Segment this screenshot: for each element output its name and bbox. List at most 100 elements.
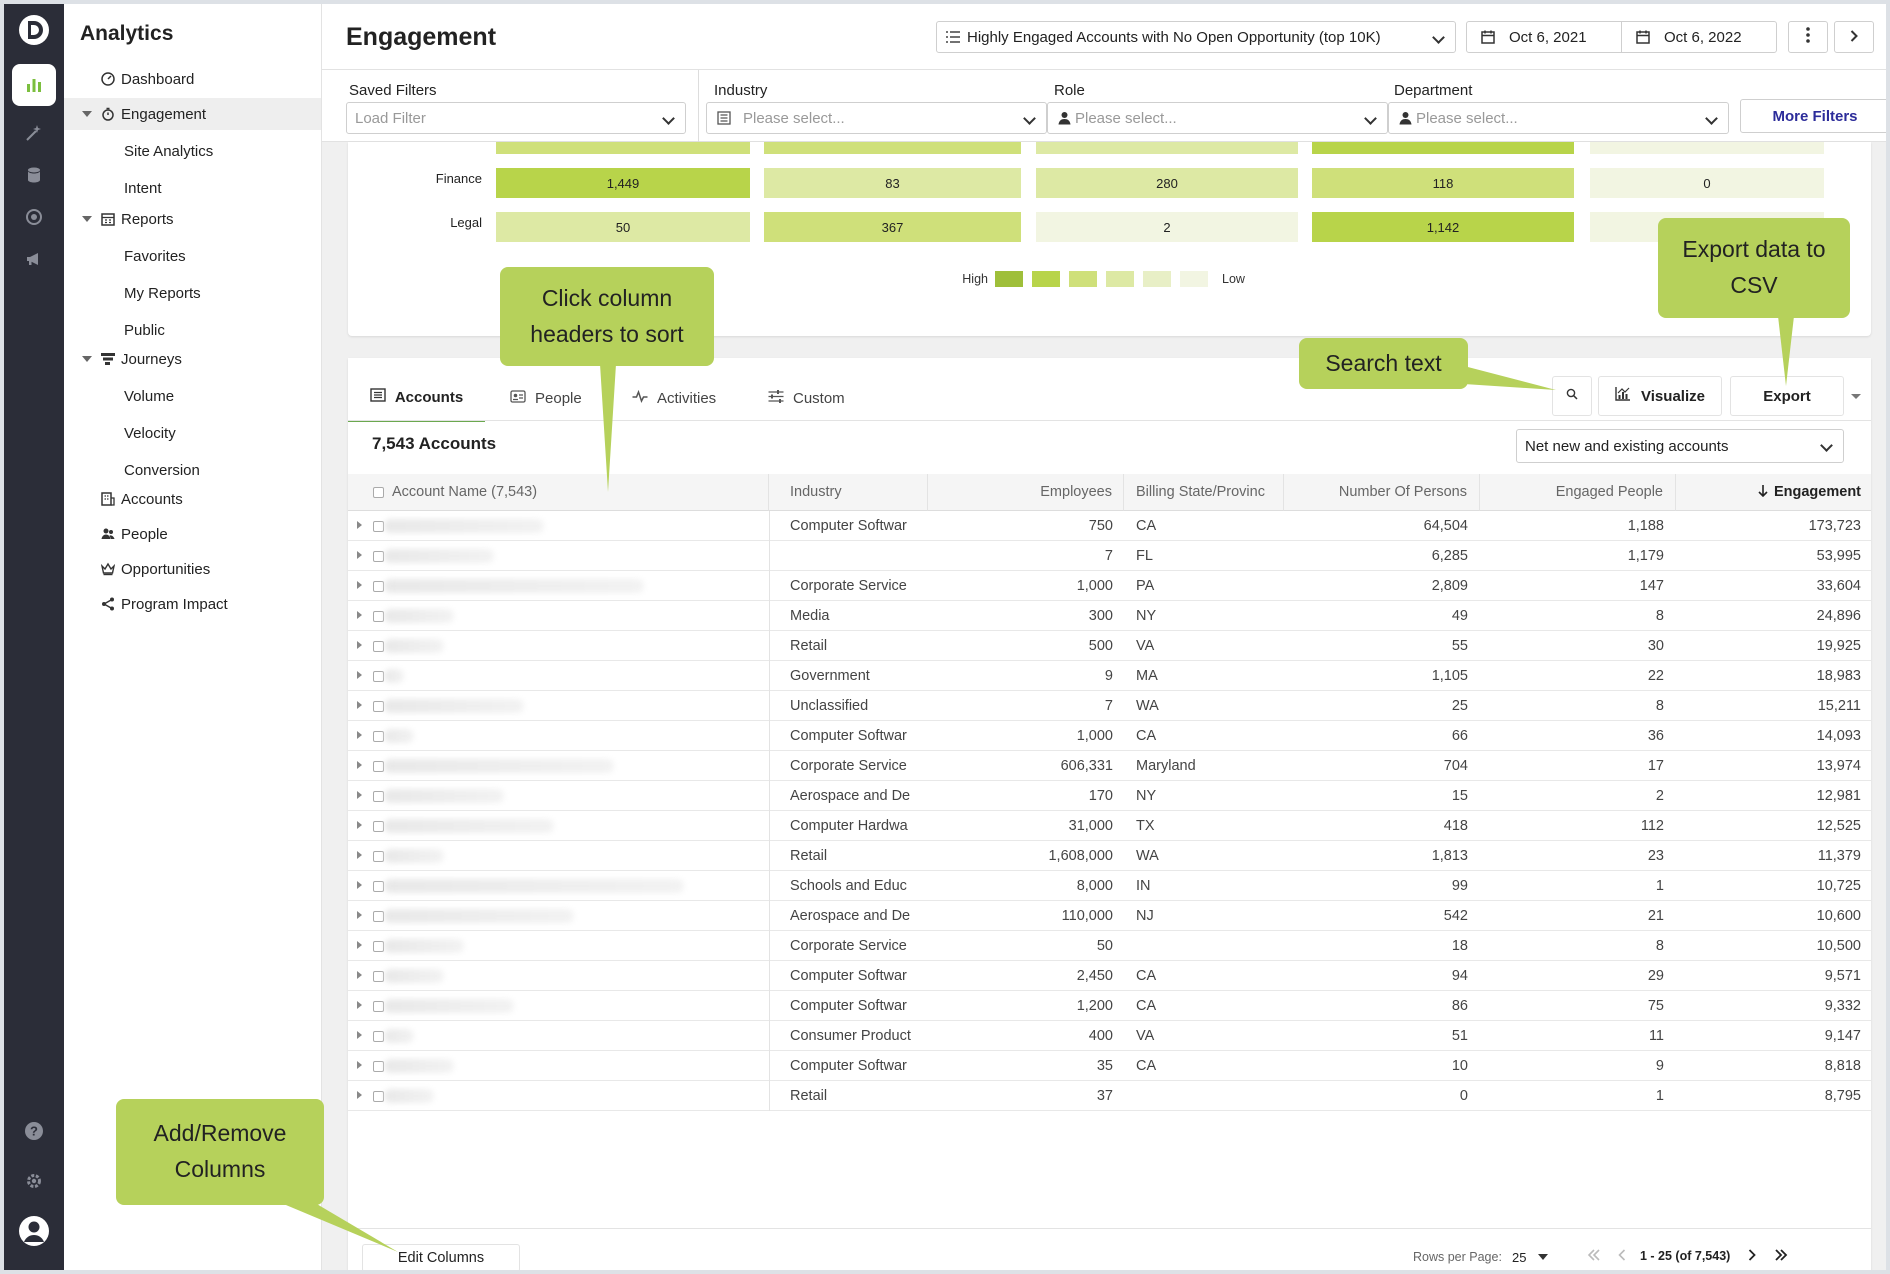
sidebar-item-volume[interactable]: Volume bbox=[64, 380, 321, 412]
heatmap-cell[interactable]: 280 bbox=[1036, 168, 1298, 198]
row-expand-icon[interactable] bbox=[357, 551, 362, 559]
row-expand-icon[interactable] bbox=[357, 911, 362, 919]
table-row[interactable]: Retail 1,608,000 WA 1,813 23 11,379 bbox=[348, 841, 1871, 871]
table-row[interactable]: Unclassified 7 WA 25 8 15,211 bbox=[348, 691, 1871, 721]
more-options-button[interactable] bbox=[1788, 21, 1828, 53]
column-header-number-of-persons[interactable]: Number Of Persons bbox=[1284, 474, 1480, 511]
help-icon[interactable]: ? bbox=[12, 1110, 56, 1152]
sidebar-item-favorites[interactable]: Favorites bbox=[64, 240, 321, 272]
table-row[interactable]: Government 9 MA 1,105 22 18,983 bbox=[348, 661, 1871, 691]
row-checkbox[interactable] bbox=[373, 1061, 384, 1072]
row-checkbox[interactable] bbox=[373, 791, 384, 802]
department-select[interactable]: Please select... bbox=[1388, 102, 1729, 134]
next-page-button[interactable] bbox=[1742, 1246, 1762, 1268]
magic-wand-icon[interactable] bbox=[12, 112, 56, 154]
row-checkbox[interactable] bbox=[373, 551, 384, 562]
table-row[interactable]: Computer Softwar 1,200 CA 86 75 9,332 bbox=[348, 991, 1871, 1021]
sidebar-item-public[interactable]: Public bbox=[64, 314, 321, 346]
sidebar-item-program-impact[interactable]: Program Impact bbox=[64, 588, 321, 620]
sidebar-item-intent[interactable]: Intent bbox=[64, 172, 321, 204]
saved-filter-select[interactable]: Load Filter bbox=[346, 102, 686, 134]
tab-custom[interactable]: Custom bbox=[768, 374, 845, 422]
column-header-billing-state[interactable]: Billing State/Provinc bbox=[1124, 474, 1284, 511]
row-checkbox[interactable] bbox=[373, 821, 384, 832]
select-all-checkbox[interactable] bbox=[373, 487, 384, 498]
row-expand-icon[interactable] bbox=[357, 851, 362, 859]
table-row[interactable]: Corporate Service 1,000 PA 2,809 147 33,604 bbox=[348, 571, 1871, 601]
row-expand-icon[interactable] bbox=[357, 1091, 362, 1099]
row-checkbox[interactable] bbox=[373, 1001, 384, 1012]
table-row[interactable]: Computer Softwar 750 CA 64,504 1,188 173,723 bbox=[348, 511, 1871, 541]
row-checkbox[interactable] bbox=[373, 641, 384, 652]
row-expand-icon[interactable] bbox=[357, 881, 362, 889]
row-checkbox[interactable] bbox=[373, 731, 384, 742]
row-expand-icon[interactable] bbox=[357, 521, 362, 529]
table-row[interactable]: Media 300 NY 49 8 24,896 bbox=[348, 601, 1871, 631]
row-expand-icon[interactable] bbox=[357, 971, 362, 979]
row-expand-icon[interactable] bbox=[357, 671, 362, 679]
column-header-employees[interactable]: Employees bbox=[928, 474, 1124, 511]
next-button[interactable] bbox=[1834, 21, 1874, 53]
table-row[interactable]: Retail 500 VA 55 30 19,925 bbox=[348, 631, 1871, 661]
analytics-rail-button[interactable] bbox=[12, 64, 56, 106]
table-row[interactable]: Computer Softwar 2,450 CA 94 29 9,571 bbox=[348, 961, 1871, 991]
heatmap-cell[interactable]: 367 bbox=[764, 212, 1021, 242]
table-row[interactable]: Computer Hardwa 31,000 TX 418 112 12,525 bbox=[348, 811, 1871, 841]
row-expand-icon[interactable] bbox=[357, 821, 362, 829]
table-row[interactable]: 7 FL 6,285 1,179 53,995 bbox=[348, 541, 1871, 571]
table-row[interactable]: Schools and Educ 8,000 IN 99 1 10,725 bbox=[348, 871, 1871, 901]
row-checkbox[interactable] bbox=[373, 581, 384, 592]
sidebar-item-dashboard[interactable]: Dashboard bbox=[64, 63, 321, 95]
row-expand-icon[interactable] bbox=[357, 731, 362, 739]
account-scope-select[interactable]: Net new and existing accounts bbox=[1516, 429, 1844, 463]
sidebar-item-conversion[interactable]: Conversion bbox=[64, 454, 321, 486]
heatmap-cell[interactable]: 2 bbox=[1036, 212, 1298, 242]
heatmap-cell[interactable]: 1,449 bbox=[496, 168, 750, 198]
heatmap-cell[interactable]: 1,142 bbox=[1312, 212, 1574, 242]
row-checkbox[interactable] bbox=[373, 881, 384, 892]
row-checkbox[interactable] bbox=[373, 671, 384, 682]
table-row[interactable]: Corporate Service 50 18 8 10,500 bbox=[348, 931, 1871, 961]
avatar[interactable] bbox=[12, 1210, 56, 1252]
industry-select[interactable]: Please select... bbox=[706, 102, 1047, 134]
row-checkbox[interactable] bbox=[373, 521, 384, 532]
start-date-field[interactable]: Oct 6, 2021 bbox=[1466, 21, 1622, 53]
gear-icon[interactable] bbox=[12, 1160, 56, 1202]
rows-per-page-select[interactable]: 25 bbox=[1500, 1244, 1558, 1270]
last-page-button[interactable] bbox=[1768, 1246, 1794, 1268]
table-row[interactable]: Computer Softwar 1,000 CA 66 36 14,093 bbox=[348, 721, 1871, 751]
table-row[interactable]: Computer Softwar 35 CA 10 9 8,818 bbox=[348, 1051, 1871, 1081]
row-checkbox[interactable] bbox=[373, 701, 384, 712]
row-expand-icon[interactable] bbox=[357, 1031, 362, 1039]
megaphone-icon[interactable] bbox=[12, 238, 56, 280]
prev-page-button[interactable] bbox=[1612, 1246, 1632, 1268]
row-checkbox[interactable] bbox=[373, 971, 384, 982]
row-expand-icon[interactable] bbox=[357, 941, 362, 949]
role-select[interactable]: Please select... bbox=[1047, 102, 1388, 134]
row-checkbox[interactable] bbox=[373, 851, 384, 862]
sidebar-item-reports[interactable]: Reports bbox=[64, 203, 321, 235]
row-checkbox[interactable] bbox=[373, 941, 384, 952]
sidebar-item-opportunities[interactable]: Opportunities bbox=[64, 553, 321, 585]
database-icon[interactable] bbox=[12, 154, 56, 196]
column-header-engaged-people[interactable]: Engaged People bbox=[1480, 474, 1676, 511]
row-checkbox[interactable] bbox=[373, 911, 384, 922]
row-expand-icon[interactable] bbox=[357, 1061, 362, 1069]
tab-accounts[interactable]: Accounts bbox=[348, 374, 485, 422]
row-expand-icon[interactable] bbox=[357, 581, 362, 589]
end-date-field[interactable]: Oct 6, 2022 bbox=[1621, 21, 1777, 53]
sidebar-item-journeys[interactable]: Journeys bbox=[64, 343, 321, 375]
row-expand-icon[interactable] bbox=[357, 611, 362, 619]
column-header-account-name[interactable]: Account Name (7,543) bbox=[348, 474, 769, 511]
row-expand-icon[interactable] bbox=[357, 791, 362, 799]
sidebar-item-people[interactable]: People bbox=[64, 518, 321, 550]
column-header-industry[interactable]: Industry bbox=[769, 474, 928, 511]
row-expand-icon[interactable] bbox=[357, 641, 362, 649]
sidebar-item-engagement[interactable]: Engagement bbox=[64, 98, 321, 130]
row-checkbox[interactable] bbox=[373, 1031, 384, 1042]
table-row[interactable]: Aerospace and De 110,000 NJ 542 21 10,600 bbox=[348, 901, 1871, 931]
row-checkbox[interactable] bbox=[373, 761, 384, 772]
heatmap-cell[interactable]: 118 bbox=[1312, 168, 1574, 198]
sidebar-item-velocity[interactable]: Velocity bbox=[64, 417, 321, 449]
row-expand-icon[interactable] bbox=[357, 701, 362, 709]
